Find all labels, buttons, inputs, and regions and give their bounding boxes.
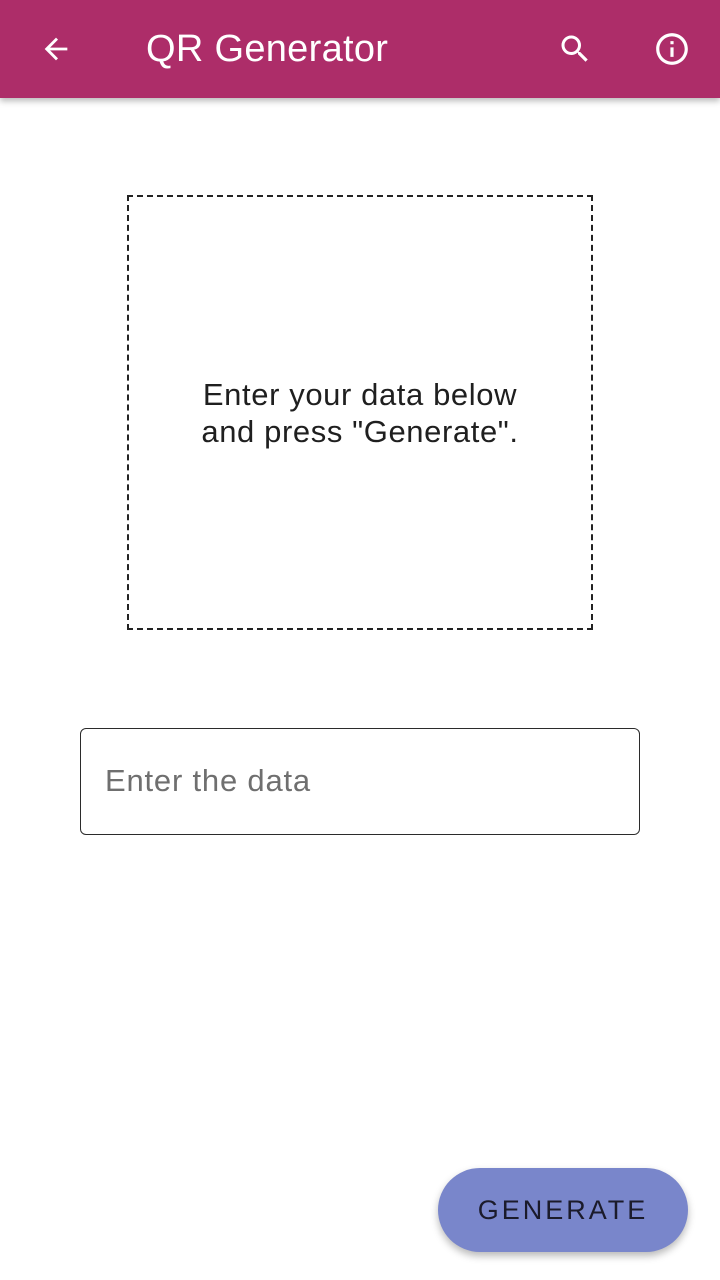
page-title: QR Generator (146, 28, 389, 70)
data-input-container (80, 728, 640, 835)
generate-button-label: GENERATE (477, 1194, 649, 1225)
generate-button[interactable]: GENERATE (438, 1168, 688, 1252)
qr-placeholder-line-1: Enter your data below (202, 376, 518, 412)
search-button[interactable] (547, 21, 603, 77)
info-icon (656, 33, 688, 65)
qr-placeholder-text: Enter your data below and press "Generat… (160, 376, 560, 450)
qr-generator-screen: QR Generator Enter your data below and p… (0, 0, 720, 1280)
search-icon (561, 35, 588, 62)
arrow-back-icon (44, 37, 68, 61)
qr-placeholder-line-2: and press "Generate". (201, 413, 519, 449)
app-bar: QR Generator (0, 0, 720, 98)
qr-code-preview-area: Enter your data below and press "Generat… (127, 195, 593, 630)
info-button[interactable] (644, 21, 700, 77)
data-input[interactable] (105, 729, 615, 833)
back-button[interactable] (28, 21, 84, 77)
